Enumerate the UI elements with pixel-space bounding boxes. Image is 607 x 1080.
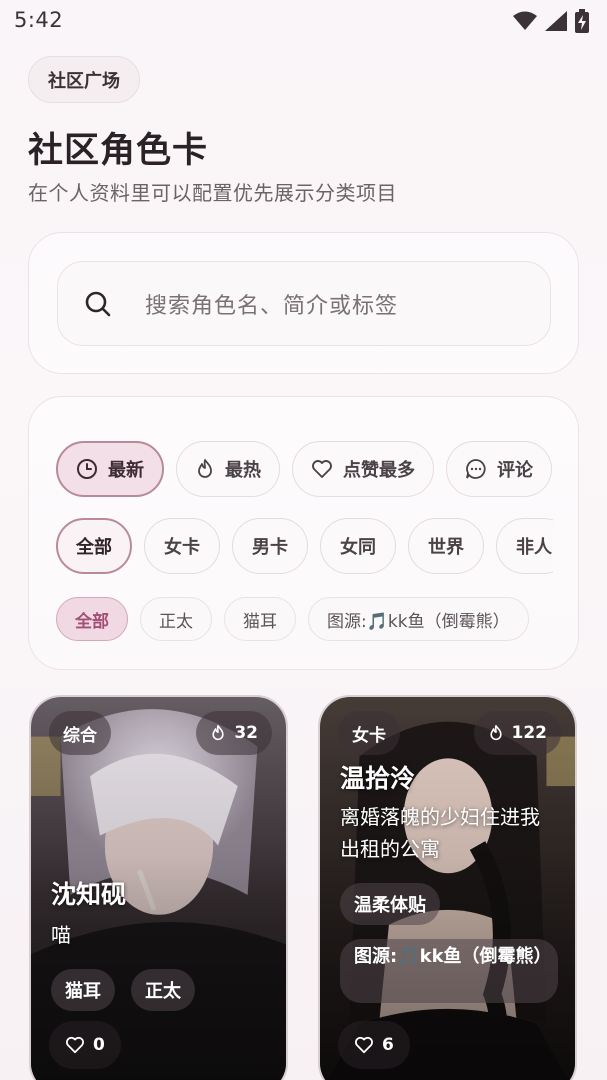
sort-tab-label: 评论: [497, 460, 533, 481]
card-tag: 猫耳: [51, 969, 115, 1011]
status-time: 5:42: [14, 8, 64, 32]
card-type-badge: 综合: [49, 711, 111, 755]
card-tag: 图源:🎵kk鱼（倒霉熊）: [340, 939, 558, 1003]
community-chip[interactable]: 社区广场: [28, 56, 140, 103]
card-hot-badge: 122: [473, 711, 561, 755]
sort-tab-comments[interactable]: 评论: [446, 441, 552, 497]
heart-icon: [66, 1036, 84, 1054]
character-desc: 离婚落魄的少妇住进我出租的公寓: [340, 805, 540, 861]
sort-tab-latest[interactable]: 最新: [56, 441, 164, 497]
like-count: 6: [382, 1035, 394, 1055]
sort-tab-label: 最新: [108, 460, 144, 481]
battery-icon: [575, 9, 589, 33]
character-name: 沈知砚: [51, 880, 127, 909]
status-bar: 5:42: [0, 0, 607, 40]
community-chip-label: 社区广场: [48, 70, 120, 92]
filter-card: 最新 最热 点赞最多 评论 全部 女卡 男卡 女同 世界 非人 全部 正太 猫耳…: [28, 396, 579, 670]
like-button[interactable]: 6: [338, 1021, 410, 1069]
character-desc: 喵: [51, 923, 71, 947]
hot-count: 32: [234, 723, 258, 743]
wifi-icon: [513, 11, 537, 30]
category-female[interactable]: 女卡: [144, 518, 220, 574]
sort-tabs: 最新 最热 点赞最多 评论: [56, 441, 553, 499]
page-title: 社区角色卡: [28, 131, 209, 171]
comment-icon: [466, 459, 486, 479]
search-icon: [85, 291, 111, 316]
category-male[interactable]: 男卡: [232, 518, 308, 574]
status-icons: [513, 9, 589, 33]
tag-filters: 全部 正太 猫耳 图源:🎵kk鱼（倒霉熊）: [56, 597, 553, 643]
like-count: 0: [93, 1035, 105, 1055]
flame-icon: [198, 459, 212, 478]
category-tabs: 全部 女卡 男卡 女同 世界 非人: [56, 518, 553, 576]
search-input[interactable]: 搜索角色名、简介或标签: [57, 261, 551, 346]
category-yuri[interactable]: 女同: [320, 518, 396, 574]
sort-tab-hot[interactable]: 最热: [176, 441, 280, 497]
flame-icon: [212, 725, 224, 741]
sort-tab-label: 点赞最多: [343, 460, 415, 481]
role-card[interactable]: 女卡 122 温拾泠 离婚落魄的少妇住进我出租的公寓 温柔体贴 图源:🎵kk鱼（…: [318, 695, 577, 1080]
flame-icon: [489, 725, 502, 741]
page-subtitle: 在个人资料里可以配置优先展示分类项目: [28, 181, 397, 205]
hot-count: 122: [511, 723, 548, 743]
tag-image-source[interactable]: 图源:🎵kk鱼（倒霉熊）: [308, 597, 529, 641]
sort-tab-label: 最热: [225, 460, 261, 481]
role-card[interactable]: 综合 32 沈知砚 喵 猫耳 正太 0: [29, 695, 288, 1080]
heart-icon: [355, 1036, 373, 1054]
card-hot-badge: 32: [196, 711, 272, 755]
clock-icon: [77, 459, 97, 479]
signal-icon: [545, 11, 567, 31]
category-nonhuman[interactable]: 非人: [496, 518, 553, 574]
tag-cat-ears[interactable]: 猫耳: [224, 597, 296, 641]
card-tag: 温柔体贴: [340, 883, 440, 925]
search-placeholder: 搜索角色名、简介或标签: [145, 293, 399, 319]
search-card: 搜索角色名、简介或标签: [28, 232, 579, 374]
category-world[interactable]: 世界: [408, 518, 484, 574]
heart-icon: [312, 460, 332, 478]
card-tag: 正太: [131, 969, 195, 1011]
like-button[interactable]: 0: [49, 1021, 121, 1069]
category-all[interactable]: 全部: [56, 518, 132, 574]
tag-all[interactable]: 全部: [56, 597, 128, 641]
sort-tab-most-liked[interactable]: 点赞最多: [292, 441, 434, 497]
tag-shota[interactable]: 正太: [140, 597, 212, 641]
character-name: 温拾泠: [340, 764, 416, 793]
card-type-badge: 女卡: [338, 711, 400, 755]
